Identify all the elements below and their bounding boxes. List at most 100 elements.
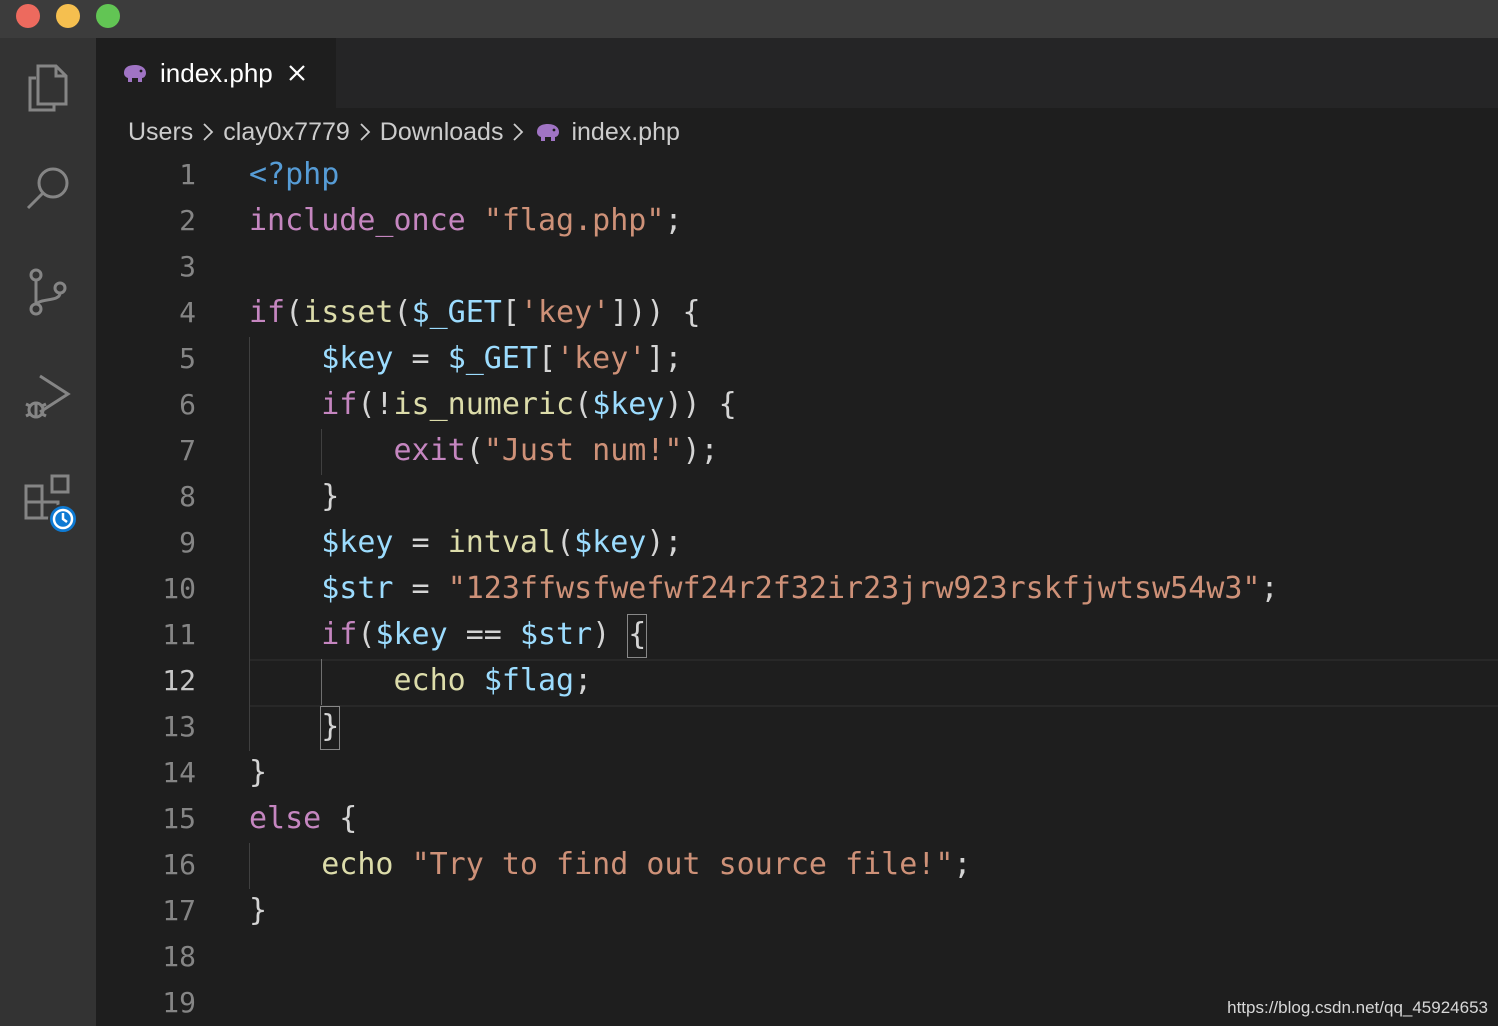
code-text: else { (249, 796, 357, 842)
close-window-button[interactable] (16, 4, 40, 28)
code-token: ; (953, 847, 972, 882)
code-line[interactable]: 6 if(!is_numeric($key)) { (96, 382, 1498, 428)
code-text: } (249, 704, 339, 750)
code-token: echo (393, 663, 466, 698)
line-number: 2 (179, 204, 196, 237)
tab-index-php[interactable]: index.php (96, 38, 336, 108)
code-line[interactable]: 5 $key = $_GET['key']; (96, 336, 1498, 382)
source-control-icon[interactable] (20, 264, 76, 320)
code-text: } (249, 888, 267, 934)
code-token: $str (519, 617, 593, 652)
code-token: ) { (592, 617, 647, 652)
line-number: 7 (179, 434, 196, 467)
breadcrumb-item-downloads[interactable]: Downloads (380, 118, 504, 147)
search-icon[interactable] (20, 160, 76, 216)
code-token: exit (393, 433, 466, 468)
chevron-right-icon (360, 123, 371, 141)
code-token: [ (538, 341, 557, 376)
code-line[interactable]: 16 echo "Try to find out source file!"; (96, 842, 1498, 888)
code-token: ( (465, 433, 484, 468)
code-token: 'key' (556, 341, 647, 376)
code-token: include_once (249, 203, 466, 238)
code-text: } (249, 750, 267, 796)
code-line[interactable]: 7 exit("Just num!"); (96, 428, 1498, 474)
line-number: 17 (162, 894, 196, 927)
code-text: echo $flag; (249, 658, 593, 704)
line-number: 4 (179, 296, 196, 329)
code-token: "Try to find out source file!" (411, 847, 954, 882)
line-number: 6 (179, 388, 196, 421)
code-token: ; (664, 203, 683, 238)
code-token: == (447, 617, 520, 652)
code-token: "Just num!" (483, 433, 683, 468)
code-line[interactable]: 15 else { (96, 796, 1498, 842)
code-token: = (393, 341, 448, 376)
code-line[interactable]: 14} (96, 750, 1498, 796)
code-line[interactable]: 13 } (96, 704, 1498, 750)
code-line[interactable]: 12 echo $flag; (96, 658, 1498, 704)
code-line[interactable]: 4 if(isset($_GET['key'])) { (96, 290, 1498, 336)
code-token: "flag.php" (483, 203, 665, 238)
zoom-window-button[interactable] (96, 4, 120, 28)
code-line[interactable]: 10 $str = "123ffwsfwefwf24r2f32ir23jrw92… (96, 566, 1498, 612)
code-token: )) { (664, 387, 737, 422)
code-token: ; (1260, 571, 1279, 606)
code-token: = (393, 525, 448, 560)
activity-bar (0, 38, 96, 1026)
code-token: $str (321, 571, 394, 606)
code-line[interactable]: 11 if($key == $str) { (96, 612, 1498, 658)
code-text: include_once "flag.php"; (249, 198, 683, 244)
breadcrumb-item-users[interactable]: Users (128, 118, 193, 147)
php-elephant-icon (537, 124, 560, 141)
code-text: if(!is_numeric($key)) { (249, 382, 737, 428)
run-debug-icon[interactable] (20, 368, 76, 424)
code-token: ( (285, 295, 304, 330)
line-number: 11 (162, 618, 196, 651)
code-token: $key (375, 617, 448, 652)
code-line[interactable]: 9 $key = intval($key); (96, 520, 1498, 566)
code-token: { (321, 801, 358, 836)
code-token: $flag (483, 663, 575, 698)
line-number: 13 (162, 710, 196, 743)
code-line[interactable]: 3 (96, 244, 1498, 290)
line-number: 19 (162, 986, 196, 1019)
code-token: ( (574, 387, 593, 422)
extensions-icon[interactable] (20, 472, 78, 534)
code-text: <?php (249, 152, 339, 198)
window-titlebar (0, 0, 1498, 38)
code-line[interactable]: 1 <?php (96, 152, 1498, 198)
code-editor[interactable]: 1 <?php 2 include_once "flag.php"; 3 4 if(isse… (96, 152, 1498, 1026)
code-token: $key (574, 525, 647, 560)
code-token: [ (501, 295, 520, 330)
code-line[interactable]: 18 (96, 934, 1498, 980)
line-number: 12 (162, 664, 196, 697)
minimize-window-button[interactable] (56, 4, 80, 28)
tab-label: index.php (160, 57, 273, 88)
line-number: 10 (162, 572, 196, 605)
code-text: exit("Just num!"); (249, 428, 719, 474)
code-line[interactable]: 8 } (96, 474, 1498, 520)
code-line[interactable]: 17} (96, 888, 1498, 934)
breadcrumb-item-clay0x7779[interactable]: clay0x7779 (223, 118, 349, 147)
breadcrumb: Users clay0x7779 Downloads index.php (128, 112, 680, 152)
code-token: else (249, 801, 322, 836)
code-line[interactable]: 2 include_once "flag.php"; (96, 198, 1498, 244)
close-icon[interactable] (287, 63, 307, 83)
line-number: 14 (162, 756, 196, 789)
breadcrumb-item-index-php[interactable]: index.php (571, 118, 679, 147)
code-text: $str = "123ffwsfwefwf24r2f32ir23jrw923rs… (249, 566, 1279, 612)
files-icon[interactable] (20, 60, 76, 116)
code-token: ( (393, 295, 412, 330)
line-number: 16 (162, 848, 196, 881)
code-token: if (321, 617, 358, 652)
line-number: 8 (179, 480, 196, 513)
